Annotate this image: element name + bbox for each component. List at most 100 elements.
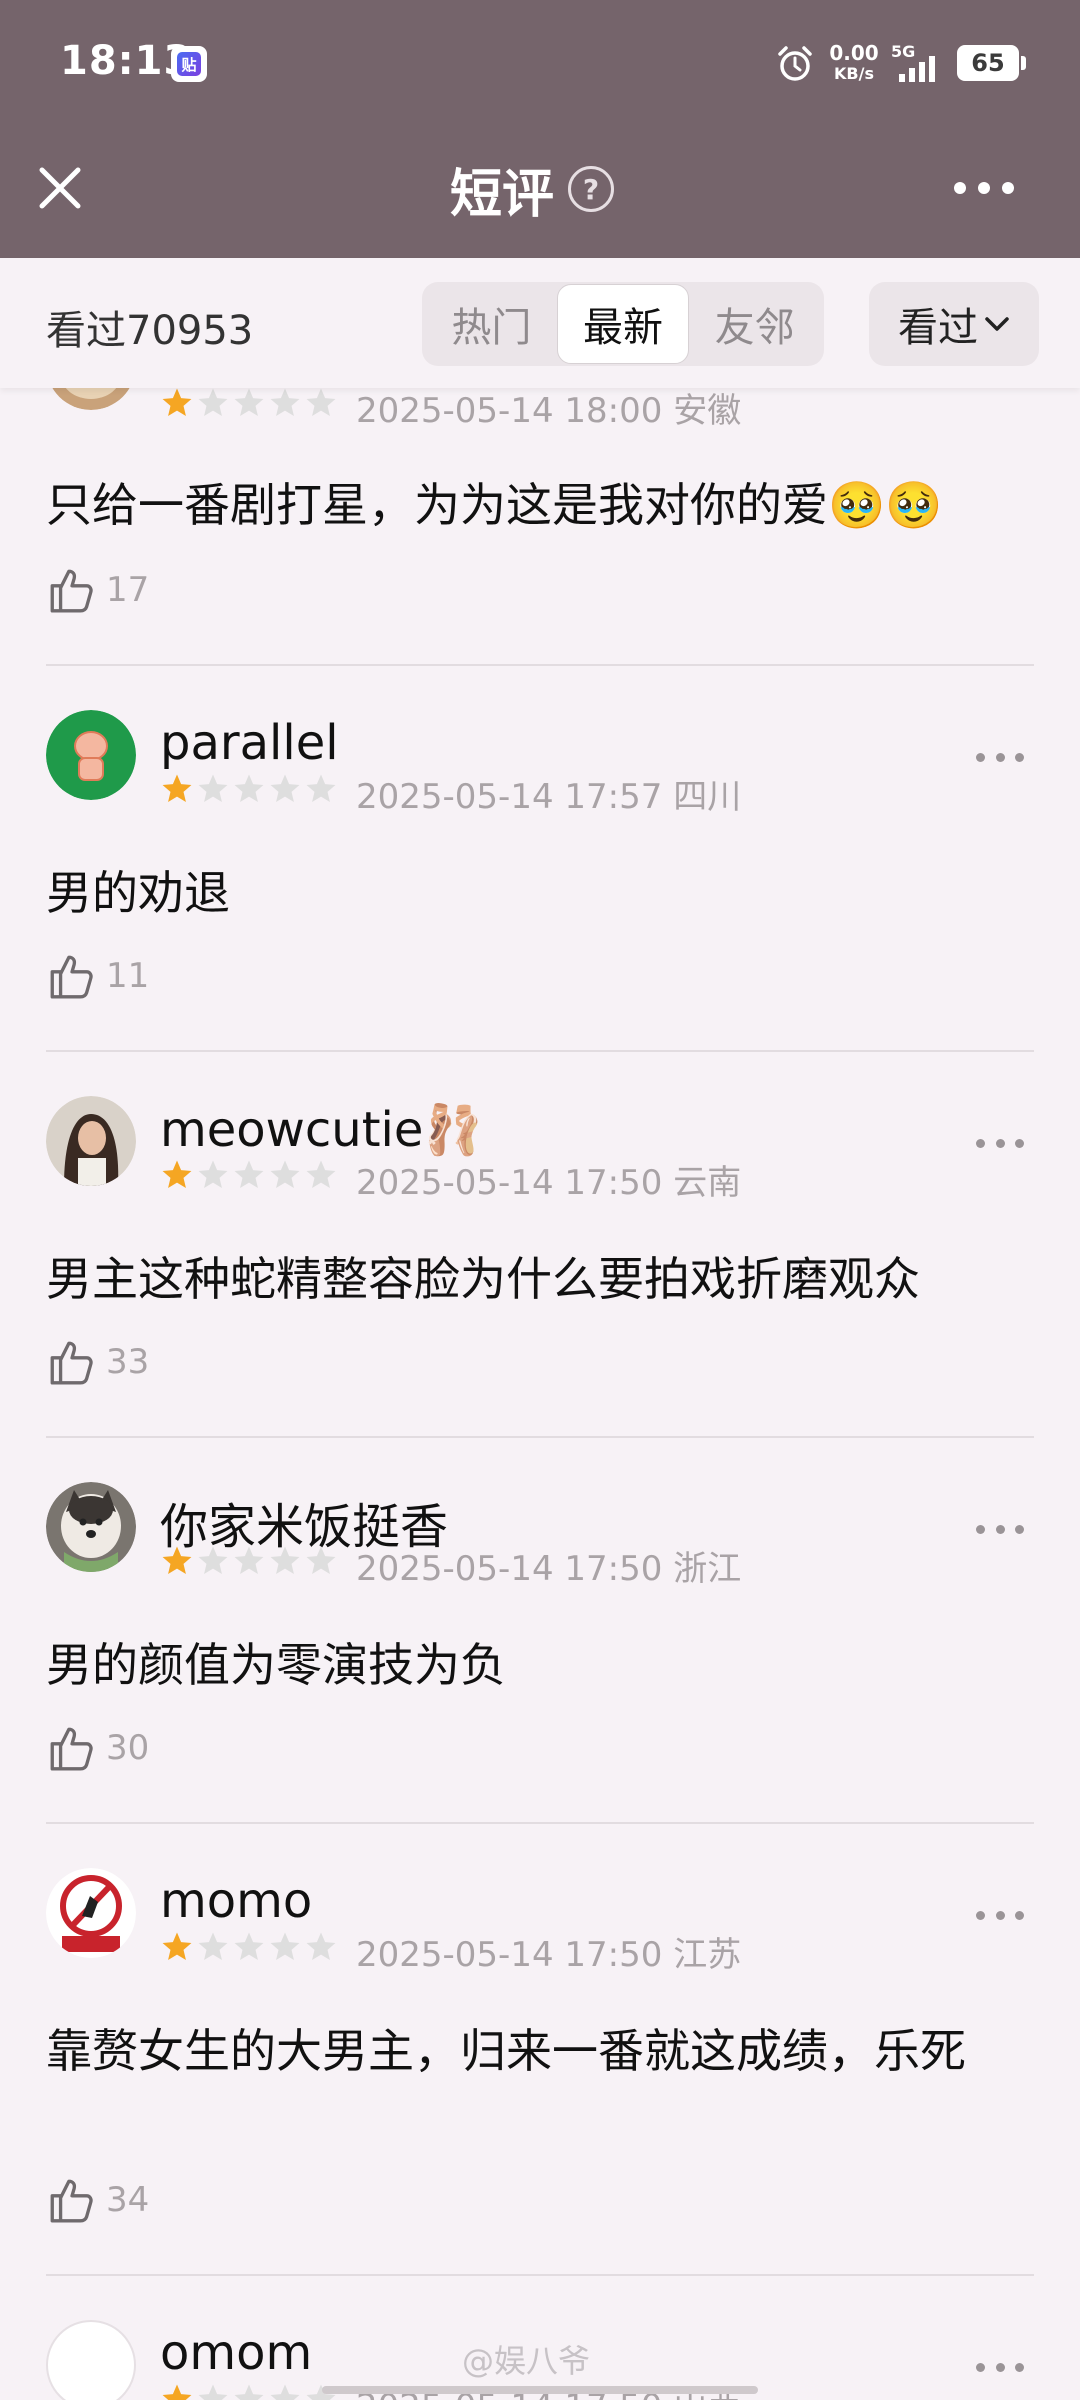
tab-latest[interactable]: 最新: [556, 284, 690, 364]
review-more-button[interactable]: [976, 747, 1024, 767]
thumbs-up-icon: [46, 2175, 96, 2225]
thumbs-up-icon: [46, 1723, 96, 1773]
review-more-button[interactable]: [976, 1519, 1024, 1539]
star-empty-icon: [268, 1544, 302, 1578]
rating-stars: [160, 1544, 340, 1580]
like-count: 33: [106, 1342, 150, 1382]
star-empty-icon: [232, 1544, 266, 1578]
like-button[interactable]: 33: [46, 1334, 149, 1390]
review-comment: 男的劝退: [46, 866, 230, 920]
star-empty-icon: [268, 2382, 302, 2400]
rating-stars: [160, 2382, 340, 2400]
star-empty-icon: [232, 2382, 266, 2400]
star-empty-icon: [232, 1930, 266, 1964]
like-count: 34: [106, 2180, 150, 2220]
alarm-icon: [778, 46, 812, 81]
close-icon: [39, 167, 81, 209]
like-button[interactable]: 34: [46, 2172, 149, 2228]
star-empty-icon: [196, 772, 230, 806]
star-empty-icon: [196, 2382, 230, 2400]
battery-icon: 65: [957, 45, 1026, 81]
star-empty-icon: [304, 1930, 338, 1964]
review-comment: 男主这种蛇精整容脸为什么要拍戏折磨观众: [46, 1252, 920, 1306]
star-empty-icon: [304, 772, 338, 806]
star-empty-icon: [232, 772, 266, 806]
home-indicator[interactable]: [322, 2386, 758, 2394]
title-group: 短评 ?: [450, 154, 615, 225]
star-empty-icon: [304, 386, 338, 420]
top-bar: 18:13 贴 0.00 KB/s 5G 65 短评 ?: [0, 0, 1080, 258]
review-more-button[interactable]: [976, 2357, 1024, 2377]
avatar[interactable]: [46, 710, 136, 800]
star-empty-icon: [196, 386, 230, 420]
avatar[interactable]: [46, 1868, 136, 1958]
filter-bar: 看过70953 热门 最新 友邻 看过: [0, 258, 1080, 388]
divider: [46, 1436, 1034, 1438]
star-empty-icon: [232, 386, 266, 420]
divider: [46, 664, 1034, 666]
tab-friends[interactable]: 友邻: [689, 284, 820, 364]
star-empty-icon: [268, 1158, 302, 1192]
page-title: 短评: [450, 164, 555, 225]
avatar[interactable]: [46, 2320, 136, 2400]
net-speed: 0.00 KB/s: [829, 41, 879, 83]
thumbs-up-icon: [46, 951, 96, 1001]
review-meta: 2025-05-14 17:57 四川: [356, 777, 742, 817]
star-filled-icon: [160, 772, 194, 806]
star-filled-icon: [160, 1930, 194, 1964]
star-empty-icon: [196, 1544, 230, 1578]
username[interactable]: omom: [160, 2325, 312, 2381]
like-button[interactable]: 17: [46, 562, 149, 618]
avatar[interactable]: [46, 1096, 136, 1186]
divider: [46, 2274, 1034, 2276]
review-meta: 2025-05-14 17:50 云南: [356, 1163, 742, 1203]
seen-count: 看过70953: [46, 308, 254, 354]
rating-stars: [160, 772, 340, 808]
signal-icon: 5G: [891, 42, 943, 84]
star-filled-icon: [160, 386, 194, 420]
username[interactable]: meowcutie🩰: [160, 1101, 483, 1158]
username[interactable]: parallel: [160, 715, 339, 771]
review-comment: 靠赘女生的大男主，归来一番就这成绩，乐死: [46, 2024, 966, 2078]
notification-app-icon: 贴: [171, 46, 207, 82]
avatar[interactable]: [46, 1482, 136, 1572]
rating-stars: [160, 386, 340, 422]
star-empty-icon: [196, 1930, 230, 1964]
sort-segmented-control: 热门 最新 友邻: [422, 282, 824, 366]
star-empty-icon: [304, 1544, 338, 1578]
like-count: 17: [106, 570, 150, 610]
thumbs-up-icon: [46, 565, 96, 615]
like-count: 11: [106, 956, 150, 996]
close-button[interactable]: [30, 158, 90, 218]
tab-hot[interactable]: 热门: [426, 284, 557, 364]
more-options-button[interactable]: [946, 164, 1022, 212]
review-comment: 男的颜值为零演技为负: [46, 1638, 506, 1692]
divider: [46, 1822, 1034, 1824]
watermark: @娱八爷: [462, 2342, 591, 2380]
star-empty-icon: [268, 772, 302, 806]
nav-bar: 短评 ?: [0, 128, 1080, 258]
divider: [46, 1050, 1034, 1052]
star-empty-icon: [196, 1158, 230, 1192]
like-count: 30: [106, 1728, 150, 1768]
rating-stars: [160, 1158, 340, 1194]
help-icon[interactable]: ?: [568, 166, 615, 212]
star-filled-icon: [160, 2382, 194, 2400]
review-more-button[interactable]: [976, 1905, 1024, 1925]
like-button[interactable]: 30: [46, 1720, 149, 1776]
star-empty-icon: [268, 1930, 302, 1964]
star-filled-icon: [160, 1158, 194, 1192]
review-comment: 只给一番剧打星，为为这是我对你的爱🥹🥹: [46, 478, 943, 532]
star-empty-icon: [304, 1158, 338, 1192]
seen-filter-dropdown[interactable]: 看过: [869, 282, 1039, 366]
rating-stars: [160, 1930, 340, 1966]
chevron-down-icon: [985, 317, 1009, 331]
username[interactable]: momo: [160, 1873, 312, 1929]
review-more-button[interactable]: [976, 1133, 1024, 1153]
review-meta: 2025-05-14 17:50 浙江: [356, 1549, 742, 1589]
star-empty-icon: [268, 386, 302, 420]
review-meta: 2025-05-14 17:50 江苏: [356, 1935, 742, 1975]
star-filled-icon: [160, 1544, 194, 1578]
like-button[interactable]: 11: [46, 948, 149, 1004]
review-meta: 2025-05-14 18:00 安徽: [356, 391, 742, 431]
